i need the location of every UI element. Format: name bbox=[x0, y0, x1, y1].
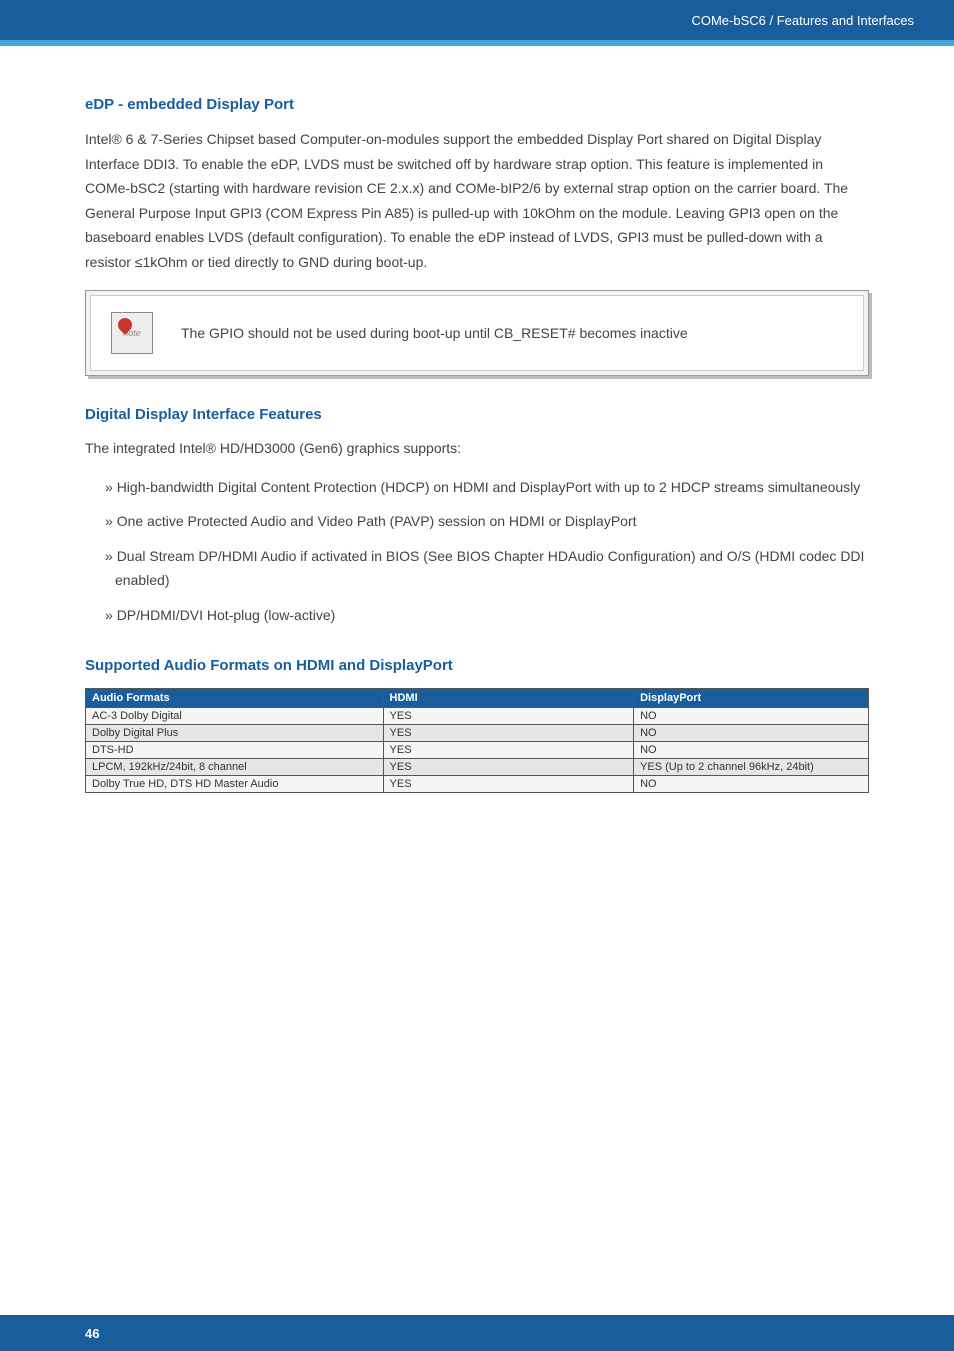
note-box: note The GPIO should not be used during … bbox=[85, 290, 869, 376]
list-item: Dual Stream DP/HDMI Audio if activated i… bbox=[105, 544, 869, 593]
note-box-inner: note The GPIO should not be used during … bbox=[90, 295, 864, 371]
table-cell: YES bbox=[383, 759, 634, 776]
list-item: One active Protected Audio and Video Pat… bbox=[105, 509, 869, 534]
table-cell: NO bbox=[634, 708, 869, 725]
table-header: DisplayPort bbox=[634, 689, 869, 708]
table-row: Dolby True HD, DTS HD Master Audio YES N… bbox=[86, 776, 869, 793]
audio-formats-table: Audio Formats HDMI DisplayPort AC-3 Dolb… bbox=[85, 688, 869, 793]
table-cell: AC-3 Dolby Digital bbox=[86, 708, 384, 725]
table-row: AC-3 Dolby Digital YES NO bbox=[86, 708, 869, 725]
table-header: Audio Formats bbox=[86, 689, 384, 708]
table-cell: NO bbox=[634, 776, 869, 793]
ddi-list: High-bandwidth Digital Content Protectio… bbox=[85, 475, 869, 628]
table-cell: LPCM, 192kHz/24bit, 8 channel bbox=[86, 759, 384, 776]
page-number: 46 bbox=[85, 1326, 99, 1341]
table-cell: YES bbox=[383, 708, 634, 725]
page-content: eDP - embedded Display Port Intel® 6 & 7… bbox=[0, 46, 954, 793]
note-text: The GPIO should not be used during boot-… bbox=[181, 325, 688, 341]
table-header-row: Audio Formats HDMI DisplayPort bbox=[86, 689, 869, 708]
edp-body: Intel® 6 & 7-Series Chipset based Comput… bbox=[85, 127, 869, 274]
table-cell: YES (Up to 2 channel 96kHz, 24bit) bbox=[634, 759, 869, 776]
table-cell: Dolby True HD, DTS HD Master Audio bbox=[86, 776, 384, 793]
ddi-intro: The integrated Intel® HD/HD3000 (Gen6) g… bbox=[85, 437, 869, 461]
page-footer: 46 bbox=[0, 1315, 954, 1351]
table-cell: YES bbox=[383, 742, 634, 759]
table-row: LPCM, 192kHz/24bit, 8 channel YES YES (U… bbox=[86, 759, 869, 776]
table-cell: YES bbox=[383, 776, 634, 793]
page-header: COMe-bSC6 / Features and Interfaces bbox=[0, 0, 954, 40]
table-cell: Dolby Digital Plus bbox=[86, 725, 384, 742]
list-item: DP/HDMI/DVI Hot-plug (low-active) bbox=[105, 603, 869, 628]
section-title-ddi: Digital Display Interface Features bbox=[85, 406, 869, 423]
list-item: High-bandwidth Digital Content Protectio… bbox=[105, 475, 869, 500]
table-row: Dolby Digital Plus YES NO bbox=[86, 725, 869, 742]
table-cell: DTS-HD bbox=[86, 742, 384, 759]
table-cell: YES bbox=[383, 725, 634, 742]
table-cell: NO bbox=[634, 725, 869, 742]
table-row: DTS-HD YES NO bbox=[86, 742, 869, 759]
table-cell: NO bbox=[634, 742, 869, 759]
note-icon: note bbox=[111, 312, 153, 354]
section-title-audio: Supported Audio Formats on HDMI and Disp… bbox=[85, 657, 869, 674]
table-header: HDMI bbox=[383, 689, 634, 708]
breadcrumb: COMe-bSC6 / Features and Interfaces bbox=[691, 13, 914, 28]
note-icon-label: note bbox=[123, 328, 141, 338]
section-title-edp: eDP - embedded Display Port bbox=[85, 96, 869, 113]
